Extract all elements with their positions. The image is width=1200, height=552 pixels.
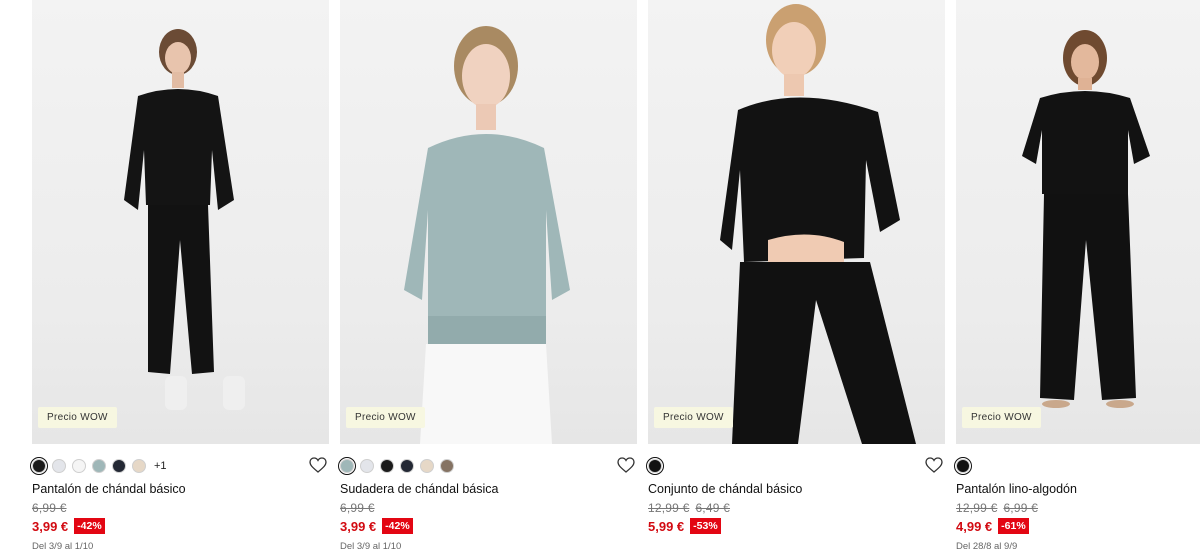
product-grid: Precio WOW +1 Pantalón de chándal básico… — [0, 0, 1200, 552]
promo-dates: Del 28/8 al 9/9 — [956, 541, 1018, 552]
color-swatch[interactable] — [72, 459, 86, 473]
product-meta: Pantalón lino-algodón 12,99 €6,99 € 4,99… — [953, 444, 1200, 552]
product-name[interactable]: Conjunto de chándal básico — [648, 482, 945, 496]
heart-outline-icon — [925, 457, 943, 473]
sale-price: 4,99 € — [956, 518, 993, 534]
original-price: 6,99 € — [32, 501, 67, 515]
model-photo-mint-sweatshirt — [404, 26, 570, 444]
original-price: 12,99 €6,99 € — [956, 501, 1039, 515]
price-badge: Precio WOW — [38, 407, 117, 428]
color-swatch[interactable] — [400, 459, 414, 473]
product-card[interactable]: Precio WOW Conjunto de chándal básico 12… — [645, 0, 945, 549]
product-meta: Sudadera de chándal básica 6,99 € 3,99 €… — [337, 444, 637, 552]
product-image[interactable]: Precio WOW — [956, 0, 1200, 444]
color-swatch[interactable] — [420, 459, 434, 473]
color-swatch[interactable] — [645, 456, 665, 476]
color-swatch[interactable] — [380, 459, 394, 473]
product-meta: Conjunto de chándal básico 12,99 €6,49 €… — [645, 444, 945, 534]
product-meta: +1 Pantalón de chándal básico 6,99 € 3,9… — [29, 444, 329, 552]
discount-badge: -42% — [382, 518, 413, 534]
more-colors-count[interactable]: +1 — [154, 460, 167, 472]
promo-dates: Del 3/9 al 1/10 — [32, 541, 94, 552]
color-swatch[interactable] — [953, 456, 973, 476]
product-card[interactable]: Precio WOW +1 Pantalón de chándal básico… — [29, 0, 329, 552]
product-name[interactable]: Pantalón lino-algodón — [956, 482, 1200, 496]
original-price: 12,99 €6,49 € — [648, 501, 731, 515]
favorite-button[interactable] — [615, 454, 637, 476]
price-badge: Precio WOW — [654, 407, 733, 428]
color-swatch[interactable] — [92, 459, 106, 473]
product-card[interactable]: Precio WOW Pantalón lino-algodón 12,99 €… — [953, 0, 1200, 552]
color-swatch[interactable] — [132, 459, 146, 473]
sale-price: 3,99 € — [32, 518, 69, 534]
color-swatch[interactable] — [360, 459, 374, 473]
model-photo-black-sweatsuit — [124, 29, 245, 410]
favorite-button[interactable] — [307, 454, 329, 476]
color-swatch[interactable] — [440, 459, 454, 473]
product-image[interactable]: Precio WOW — [340, 0, 637, 444]
heart-outline-icon — [309, 457, 327, 473]
model-photo-black-tracksuit-set — [720, 4, 916, 444]
favorite-button[interactable] — [923, 454, 945, 476]
discount-badge: -42% — [74, 518, 105, 534]
color-swatch[interactable] — [52, 459, 66, 473]
price-badge: Precio WOW — [962, 407, 1041, 428]
product-image[interactable]: Precio WOW — [32, 0, 329, 444]
color-swatches — [953, 456, 1200, 476]
color-swatch[interactable] — [29, 456, 49, 476]
original-price: 6,99 € — [340, 501, 375, 515]
price-badge: Precio WOW — [346, 407, 425, 428]
product-name[interactable]: Sudadera de chándal básica — [340, 482, 637, 496]
color-swatch[interactable] — [112, 459, 126, 473]
promo-dates: Del 3/9 al 1/10 — [340, 541, 402, 552]
product-image[interactable]: Precio WOW — [648, 0, 945, 444]
color-swatches — [645, 456, 945, 476]
discount-badge: -61% — [998, 518, 1029, 534]
discount-badge: -53% — [690, 518, 721, 534]
heart-outline-icon — [617, 457, 635, 473]
sale-price: 3,99 € — [340, 518, 377, 534]
model-photo-black-linen-set — [1022, 30, 1150, 408]
product-card[interactable]: Precio WOW Sudadera de chándal básica 6,… — [337, 0, 637, 552]
product-name[interactable]: Pantalón de chándal básico — [32, 482, 329, 496]
color-swatch[interactable] — [337, 456, 357, 476]
color-swatches: +1 — [29, 456, 329, 476]
color-swatches — [337, 456, 637, 476]
sale-price: 5,99 € — [648, 518, 685, 534]
